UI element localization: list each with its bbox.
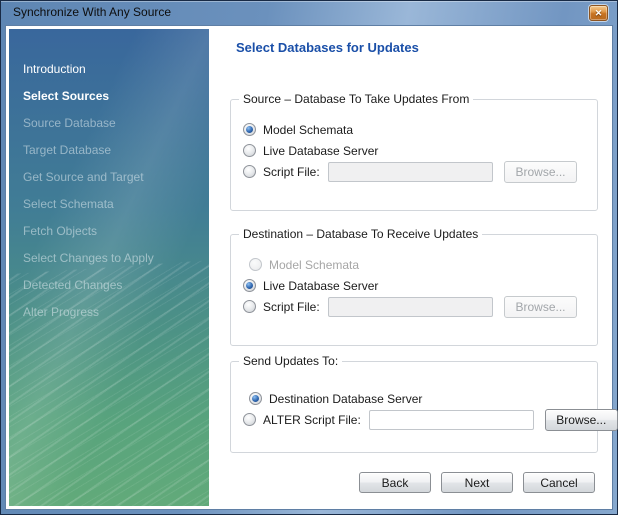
sidebar-item-select-schemata: Select Schemata [9,191,209,218]
radio-icon[interactable] [243,123,256,136]
sidebar-item-alter-progress: Alter Progress [9,299,209,326]
group-send-updates-legend: Send Updates To: [239,354,342,368]
radio-label: Script File: [263,300,320,314]
group-send-updates-to: Send Updates To: Destination Database Se… [230,361,598,453]
sidebar-item-select-sources[interactable]: Select Sources [9,83,209,110]
radio-label: Script File: [263,165,320,179]
option-send-alter-script-file[interactable]: ALTER Script File: Browse... [231,409,597,430]
close-icon: ✕ [595,8,603,18]
option-source-live-database-server[interactable]: Live Database Server [231,140,597,161]
radio-label: Destination Database Server [269,392,422,406]
alter-script-file-input[interactable] [369,410,534,430]
sidebar-item-target-database: Target Database [9,137,209,164]
option-destination-live-database-server[interactable]: Live Database Server [231,275,597,296]
wizard-step-list: Introduction Select Sources Source Datab… [9,29,209,326]
source-script-file-input [328,162,493,182]
radio-icon[interactable] [243,144,256,157]
radio-icon[interactable] [243,413,256,426]
option-send-destination-database-server[interactable]: Destination Database Server [231,388,597,409]
radio-icon[interactable] [243,279,256,292]
sidebar-item-select-changes-to-apply: Select Changes to Apply [9,245,209,272]
cancel-button[interactable]: Cancel [523,472,595,493]
page-title: Select Databases for Updates [236,40,419,55]
destination-script-file-input [328,297,493,317]
option-destination-model-schemata: Model Schemata [231,254,597,275]
title-bar[interactable]: Synchronize With Any Source ✕ [1,1,617,24]
main-panel: Select Databases for Updates Source – Da… [209,26,610,509]
sidebar-item-source-database: Source Database [9,110,209,137]
dialog-content: Introduction Select Sources Source Datab… [5,25,613,510]
group-destination: Destination – Database To Receive Update… [230,234,598,346]
sidebar-item-detected-changes: Detected Changes [9,272,209,299]
group-source-legend: Source – Database To Take Updates From [239,92,473,106]
option-source-model-schemata[interactable]: Model Schemata [231,119,597,140]
window-title: Synchronize With Any Source [13,1,171,24]
destination-browse-button: Browse... [504,296,577,318]
wizard-footer: Back Next Cancel [359,472,595,493]
dialog-window: Synchronize With Any Source ✕ Introducti… [0,0,618,515]
radio-icon[interactable] [243,165,256,178]
source-browse-button: Browse... [504,161,577,183]
option-source-script-file[interactable]: Script File: Browse... [231,161,597,182]
radio-label: ALTER Script File: [263,413,361,427]
back-button[interactable]: Back [359,472,431,493]
group-destination-legend: Destination – Database To Receive Update… [239,227,482,241]
radio-label: Live Database Server [263,144,378,158]
radio-icon[interactable] [249,392,262,405]
alter-script-browse-button[interactable]: Browse... [545,409,618,431]
sidebar-item-fetch-objects: Fetch Objects [9,218,209,245]
radio-icon [249,258,262,271]
next-button[interactable]: Next [441,472,513,493]
wizard-steps-sidebar: Introduction Select Sources Source Datab… [9,29,209,506]
sidebar-item-get-source-and-target: Get Source and Target [9,164,209,191]
radio-label: Live Database Server [263,279,378,293]
sidebar-item-introduction[interactable]: Introduction [9,56,209,83]
radio-label: Model Schemata [263,123,353,137]
group-source: Source – Database To Take Updates From M… [230,99,598,211]
close-button[interactable]: ✕ [589,5,608,21]
radio-label: Model Schemata [269,258,359,272]
radio-icon[interactable] [243,300,256,313]
option-destination-script-file[interactable]: Script File: Browse... [231,296,597,317]
